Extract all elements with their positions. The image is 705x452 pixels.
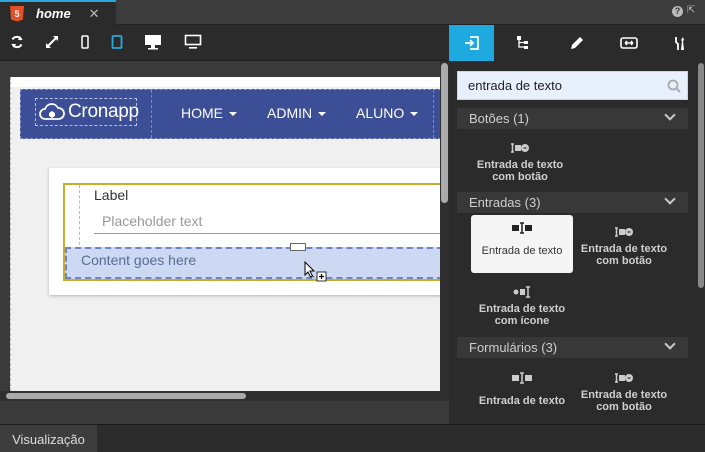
nav-item-label: ADMIN	[267, 105, 313, 121]
tab-tree[interactable]	[501, 25, 546, 61]
input-icon-icon	[512, 285, 532, 299]
pencil-icon	[570, 37, 583, 49]
component-label: Entrada de texto	[478, 395, 566, 407]
insert-component-icon	[464, 36, 479, 50]
design-canvas-area: Cronapp HOME ADMIN ALUNO Label Placehold…	[0, 61, 449, 424]
search-icon[interactable]	[667, 79, 681, 98]
nav-item-home[interactable]: HOME	[181, 105, 237, 121]
refresh-icon[interactable]	[10, 33, 24, 51]
input-button-icon	[614, 225, 634, 239]
chevron-down-icon[interactable]	[664, 193, 676, 205]
component-entrada-texto[interactable]: Entrada de texto	[471, 365, 573, 423]
section-botoes[interactable]: Botões (1)	[457, 108, 688, 129]
component-entrada-texto-icone[interactable]: Entrada de texto com ícone	[471, 279, 573, 337]
logo-text: Cronapp	[68, 101, 139, 122]
nav-separator	[433, 90, 434, 138]
caret-down-icon	[410, 112, 419, 117]
tab-resize[interactable]	[606, 25, 651, 61]
nav-item-label: HOME	[181, 105, 223, 121]
text-input-icon	[511, 221, 533, 235]
tab-tools[interactable]	[657, 25, 702, 61]
mobile-icon[interactable]	[80, 33, 90, 51]
editor-tab-bar: 5 home ✕ ? ⇱	[0, 0, 705, 25]
component-label: Entrada de texto	[481, 245, 563, 257]
field-label: Label	[94, 187, 129, 203]
component-entrada-texto-botao[interactable]: Entrada de texto com botão	[573, 219, 675, 277]
cronapp-logo[interactable]: Cronapp	[35, 98, 139, 126]
tablet-icon[interactable]	[111, 33, 123, 51]
selected-container[interactable]: Label Placeholder text Content goes here	[63, 183, 440, 281]
panel-tabs	[449, 25, 705, 61]
component-label: Entrada de texto com botão	[580, 389, 668, 413]
canvas-horizontal-scrollbar[interactable]	[0, 391, 440, 401]
nav-separator	[151, 90, 152, 138]
component-label: Entrada de texto com ícone	[478, 303, 566, 327]
caret-down-icon	[229, 112, 237, 117]
component-entrada-texto[interactable]: Entrada de texto	[471, 215, 573, 273]
tab-visualizacao[interactable]: Visualização	[0, 425, 97, 452]
section-title: Entradas (3)	[469, 195, 541, 210]
input-button-icon	[614, 371, 634, 385]
help-icon[interactable]: ?	[672, 6, 683, 17]
drop-zone-text: Content goes here	[81, 252, 197, 268]
resize-handle[interactable]	[290, 243, 306, 251]
monitor-icon[interactable]	[184, 33, 202, 51]
component-entrada-texto-botao[interactable]: Entrada de texto com botão	[573, 365, 675, 423]
html5-icon: 5	[10, 5, 24, 22]
nav-item-admin[interactable]: ADMIN	[267, 105, 327, 121]
components-panel: Botões (1) Entrada de texto com botão En…	[449, 25, 705, 424]
restore-icon[interactable]: ⇱	[687, 6, 697, 16]
expand-icon[interactable]	[45, 33, 59, 51]
desktop-icon[interactable]	[144, 33, 162, 51]
column-guide	[79, 185, 80, 245]
canvas-vertical-scrollbar[interactable]	[440, 61, 449, 401]
caret-down-icon	[318, 112, 327, 117]
component-entrada-texto-botao[interactable]: Entrada de texto com botão	[469, 135, 571, 193]
viewport-toolbar	[0, 25, 449, 61]
bottom-bar: Visualização	[0, 424, 705, 452]
scrollbar-thumb[interactable]	[6, 393, 246, 399]
component-label: Entrada de texto com botão	[580, 243, 668, 267]
page-top-strip	[11, 77, 440, 87]
cloud-icon	[38, 102, 66, 122]
text-input-placeholder[interactable]: Placeholder text	[102, 213, 202, 229]
tab-title: home	[36, 6, 71, 21]
form-card[interactable]: Label Placeholder text Content goes here	[49, 168, 440, 295]
close-icon[interactable]: ✕	[89, 6, 100, 22]
scrollbar-thumb[interactable]	[698, 63, 704, 288]
text-input-icon	[511, 371, 533, 385]
component-search[interactable]	[457, 71, 688, 100]
page-preview[interactable]: Cronapp HOME ADMIN ALUNO Label Placehold…	[10, 77, 440, 391]
section-title: Botões (1)	[469, 111, 529, 126]
drop-zone[interactable]: Content goes here	[65, 243, 440, 279]
section-entradas[interactable]: Entradas (3)	[457, 192, 688, 213]
tree-icon	[516, 36, 528, 49]
tools-icon	[674, 37, 684, 50]
chevron-down-icon[interactable]	[664, 338, 676, 350]
resize-icon	[619, 37, 638, 49]
input-underline	[94, 233, 440, 234]
panel-scrollbar[interactable]	[697, 61, 705, 424]
section-formularios[interactable]: Formulários (3)	[457, 337, 688, 358]
section-title: Formulários (3)	[469, 340, 558, 355]
tab-home[interactable]: 5 home ✕	[0, 0, 116, 25]
nav-item-aluno[interactable]: ALUNO	[356, 105, 419, 121]
chevron-down-icon[interactable]	[664, 109, 676, 121]
tab-insert-component[interactable]	[449, 25, 494, 61]
tab-edit[interactable]	[554, 25, 599, 61]
preview-navbar[interactable]: Cronapp HOME ADMIN ALUNO	[20, 89, 440, 139]
scrollbar-thumb[interactable]	[441, 63, 448, 203]
component-label: Entrada de texto com botão	[476, 159, 564, 183]
input-button-icon	[510, 141, 530, 155]
window-controls: ? ⇱	[672, 6, 697, 17]
nav-item-label: ALUNO	[356, 105, 405, 121]
drag-cursor-icon	[304, 260, 328, 288]
search-input[interactable]	[458, 72, 658, 99]
